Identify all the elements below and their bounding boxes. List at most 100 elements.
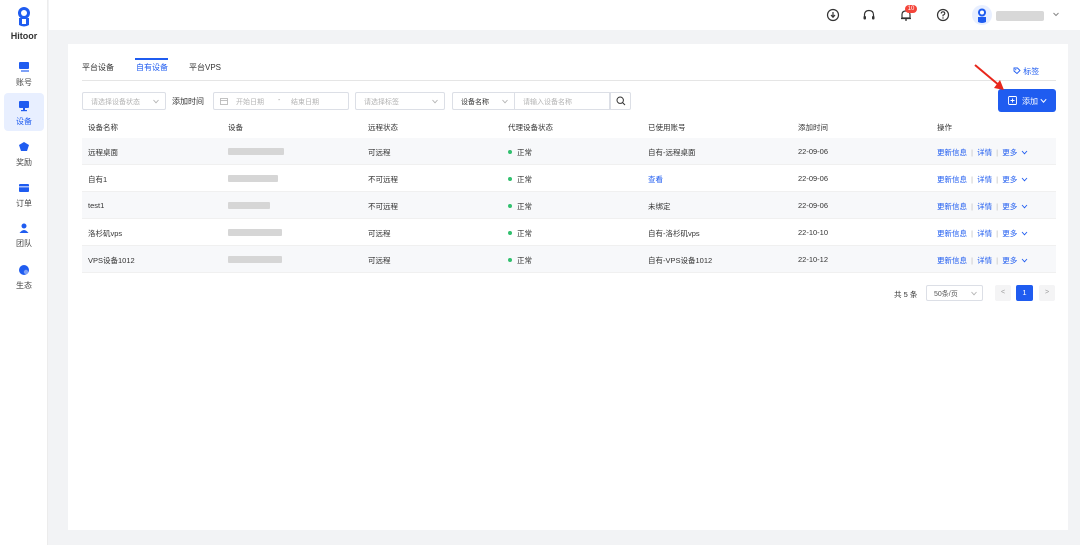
tab-platform-vps[interactable]: 平台VPS — [189, 62, 221, 73]
device-id-redacted — [228, 229, 282, 236]
row-actions: 更新信息 | 详情 | 更多 — [937, 228, 1028, 239]
row-actions: 更新信息 | 详情 | 更多 — [937, 201, 1028, 212]
device-icon — [19, 101, 29, 112]
more-dropdown[interactable]: 更多 — [1002, 256, 1017, 265]
search-field-select[interactable]: 设备名称 — [452, 92, 514, 110]
chevron-down-icon[interactable] — [1021, 258, 1028, 263]
sidebar-item-account[interactable]: 账号 — [4, 54, 44, 92]
column-header: 设备名称 — [88, 123, 118, 132]
device-status-placeholder: 请选择设备状态 — [91, 99, 140, 106]
sidebar-item-label: 团队 — [16, 239, 32, 248]
chevron-down-icon — [971, 291, 977, 296]
detail-link[interactable]: 详情 — [977, 175, 992, 184]
sidebar-item-label: 账号 — [16, 78, 32, 87]
chevron-down-icon[interactable] — [1021, 231, 1028, 236]
chevron-down-icon[interactable] — [1021, 204, 1028, 209]
remote-status-cell: 不可远程 — [368, 202, 398, 211]
tag-link-label: 标签 — [1023, 67, 1040, 76]
team-icon — [19, 223, 29, 233]
update-info-link[interactable]: 更新信息 — [937, 148, 967, 157]
detail-link[interactable]: 详情 — [977, 148, 992, 157]
account-cell: 自有-VPS设备1012 — [648, 256, 713, 265]
sidebar-item-label: 设备 — [16, 117, 32, 126]
table-row[interactable]: VPS设备1012 可远程 正常 自有-VPS设备1012 22-10-12 更… — [82, 246, 1056, 273]
help-icon[interactable] — [936, 8, 950, 22]
end-date-placeholder: 结束日期 — [291, 99, 319, 106]
view-account-link[interactable]: 查看 — [648, 174, 663, 185]
added-date-cell: 22-10-12 — [798, 255, 829, 264]
device-name-search-input[interactable]: 请输入设备名称 — [514, 92, 610, 110]
search-placeholder: 请输入设备名称 — [523, 99, 572, 106]
next-page-button[interactable]: > — [1039, 285, 1055, 301]
table-row[interactable]: test1 不可远程 正常 未绑定 22-09-06 更新信息 | 详情 | 更多 — [82, 192, 1056, 219]
chevron-down-icon — [153, 99, 159, 104]
prev-page-button[interactable]: < — [995, 285, 1011, 301]
sidebar-item-reward[interactable]: 奖励 — [4, 134, 44, 172]
proxy-status-cell: 正常 — [517, 175, 532, 184]
download-icon[interactable] — [826, 8, 840, 22]
table-row[interactable]: 远程桌面 可远程 正常 自有-远程桌面 22-09-06 更新信息 | 详情 | 更多 — [82, 138, 1056, 165]
chevron-down-icon[interactable] — [1052, 10, 1060, 18]
headset-icon[interactable] — [862, 8, 876, 22]
avatar[interactable] — [972, 5, 992, 25]
sidebar-item-label: 生态 — [16, 281, 32, 290]
sidebar-item-team[interactable]: 团队 — [4, 215, 44, 253]
more-dropdown[interactable]: 更多 — [1002, 229, 1017, 238]
table-header: 设备名称 设备 远程状态 代理设备状态 已使用账号 添加时间 操作 — [82, 118, 1056, 138]
detail-link[interactable]: 详情 — [977, 229, 992, 238]
detail-link[interactable]: 详情 — [977, 256, 992, 265]
start-date-placeholder: 开始日期 — [236, 99, 264, 106]
notification-badge: 10 — [905, 5, 917, 13]
proxy-status-cell: 正常 — [517, 256, 532, 265]
page-1-button[interactable]: 1 — [1016, 285, 1033, 301]
update-info-link[interactable]: 更新信息 — [937, 256, 967, 265]
search-button[interactable] — [610, 92, 631, 110]
status-dot — [508, 231, 512, 235]
proxy-status-cell: 正常 — [517, 148, 532, 157]
user-name-redacted[interactable] — [996, 11, 1044, 21]
column-header: 代理设备状态 — [508, 123, 553, 132]
row-actions: 更新信息 | 详情 | 更多 — [937, 255, 1028, 266]
column-header: 设备 — [228, 123, 243, 132]
hitoor-logo-icon — [18, 7, 30, 27]
remote-status-cell: 可远程 — [368, 148, 391, 157]
date-range-picker[interactable]: 开始日期 - 结束日期 — [213, 92, 349, 110]
update-info-link[interactable]: 更新信息 — [937, 229, 967, 238]
more-dropdown[interactable]: 更多 — [1002, 148, 1017, 157]
device-name-cell: test1 — [88, 201, 105, 210]
logo: Hitoor — [0, 6, 48, 41]
status-dot — [508, 150, 512, 154]
update-info-link[interactable]: 更新信息 — [937, 175, 967, 184]
tag-select[interactable]: 请选择标签 — [355, 92, 445, 110]
sidebar-item-label: 订单 — [16, 199, 32, 208]
order-icon — [19, 184, 29, 192]
more-dropdown[interactable]: 更多 — [1002, 202, 1017, 211]
add-button-label: 添加 — [1022, 97, 1038, 106]
sidebar: Hitoor 账号 设备 奖励 订单 团队 生态 — [0, 0, 48, 545]
page-size-select[interactable]: 50条/页 — [926, 285, 983, 301]
more-dropdown[interactable]: 更多 — [1002, 175, 1017, 184]
status-dot — [508, 258, 512, 262]
tag-link[interactable]: 标签 — [1013, 66, 1039, 77]
sidebar-item-ecosystem[interactable]: 生态 — [4, 257, 44, 295]
detail-link[interactable]: 详情 — [977, 202, 992, 211]
chevron-down-icon[interactable] — [1021, 177, 1028, 182]
added-date-cell: 22-09-06 — [798, 174, 829, 183]
date-separator: - — [278, 97, 281, 104]
device-status-select[interactable]: 请选择设备状态 — [82, 92, 166, 110]
column-header: 已使用账号 — [648, 123, 686, 132]
tab-platform-devices[interactable]: 平台设备 — [82, 62, 114, 73]
calendar-icon — [220, 98, 228, 105]
chevron-down-icon[interactable] — [1021, 150, 1028, 155]
top-bar — [49, 0, 1080, 30]
remote-status-cell: 可远程 — [368, 256, 391, 265]
sidebar-item-order[interactable]: 订单 — [4, 175, 44, 213]
table-row[interactable]: 自有1 不可远程 正常 查看 22-09-06 更新信息 | 详情 | 更多 — [82, 165, 1056, 192]
sidebar-item-device[interactable]: 设备 — [4, 93, 44, 131]
column-header: 操作 — [937, 123, 952, 132]
table-row[interactable]: 洛杉矶vps 可远程 正常 自有-洛杉矶vps 22-10-10 更新信息 | 详情… — [82, 219, 1056, 246]
tab-own-devices[interactable]: 自有设备 — [136, 62, 168, 73]
update-info-link[interactable]: 更新信息 — [937, 202, 967, 211]
add-icon — [1008, 96, 1017, 105]
proxy-status-cell: 正常 — [517, 229, 532, 238]
